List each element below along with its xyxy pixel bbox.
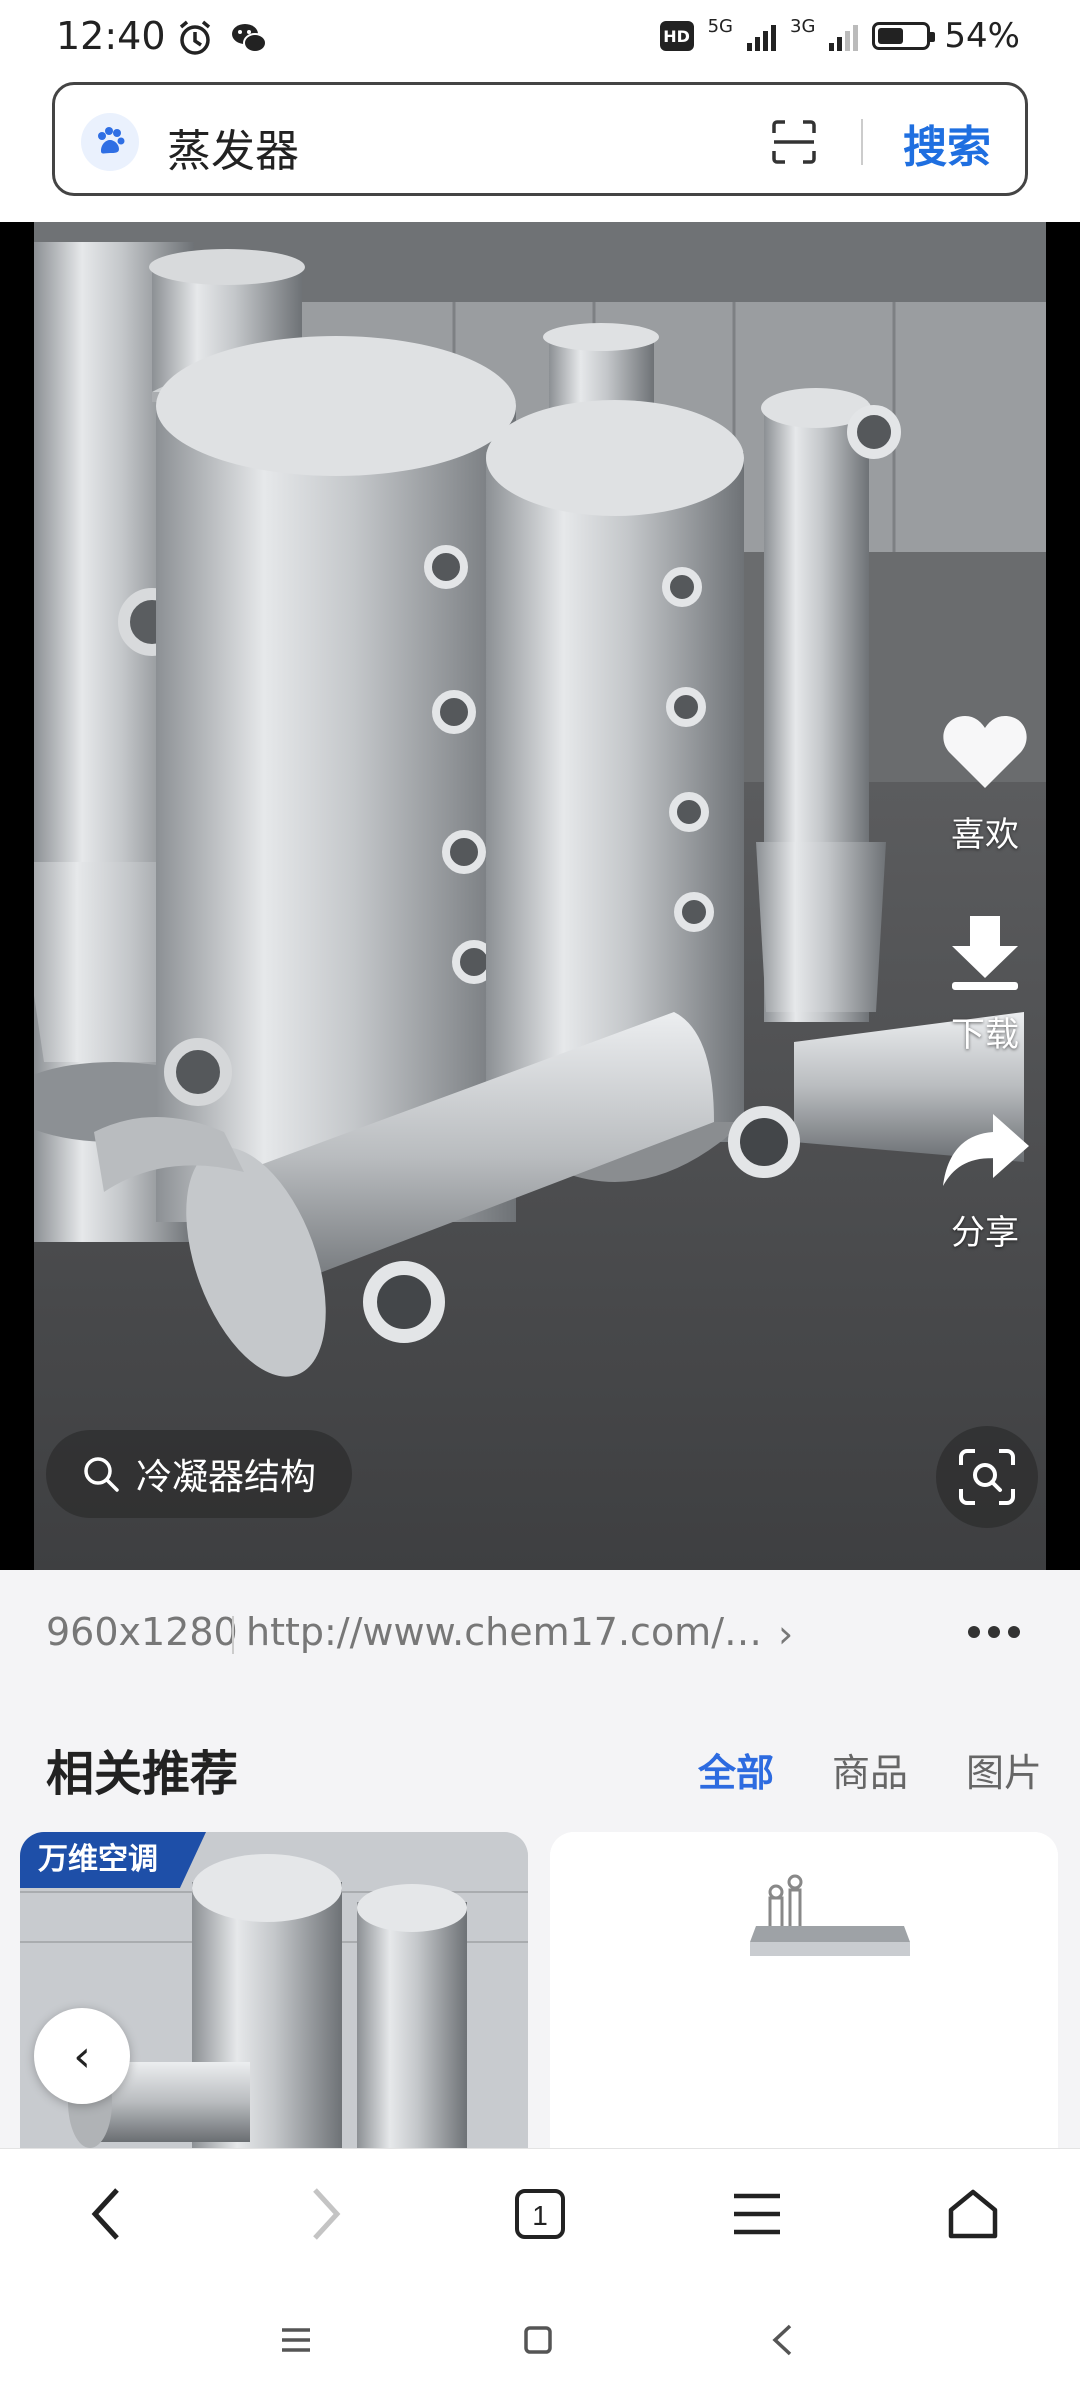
download-action[interactable]: 下载	[930, 912, 1040, 1056]
tab-all[interactable]: 全部	[698, 1742, 774, 1797]
status-system-indicators: HD 5G 3G 54%	[659, 15, 1020, 56]
tab-products[interactable]: 商品	[832, 1742, 908, 1797]
battery-percentage: 54%	[944, 16, 1020, 56]
tab-images[interactable]: 图片	[966, 1742, 1042, 1797]
square-home-icon	[524, 2326, 552, 2354]
chevron-left-icon	[91, 2188, 119, 2240]
system-navigation-bar	[0, 2278, 1080, 2400]
network-5g-label: 5G	[707, 15, 734, 37]
image-dimensions: 960x1280	[46, 1610, 238, 1654]
network-3g-label: 3G	[790, 15, 816, 37]
related-title: 相关推荐	[46, 1746, 239, 1802]
back-button[interactable]	[72, 2179, 142, 2249]
search-divider	[861, 119, 863, 165]
share-action[interactable]: 分享	[930, 1110, 1040, 1254]
related-section: 相关推荐 全部 商品 图片 万维空调 ‹	[0, 1698, 1080, 2148]
battery-fill	[878, 28, 904, 44]
back-floating-button[interactable]: ‹	[34, 2008, 130, 2104]
source-url-link[interactable]: http://www.chem17.com/Pr…	[246, 1610, 776, 1654]
hd-badge: HD	[659, 21, 694, 51]
alarm-clock-icon	[179, 20, 211, 55]
search-button[interactable]: 搜索	[903, 111, 991, 175]
system-home-button[interactable]	[516, 2318, 560, 2362]
image-info-row: 960x1280 http://www.chem17.com/Pr… ›	[0, 1570, 1080, 1698]
chevron-right-icon[interactable]: ›	[778, 1612, 793, 1656]
brand-tag: 万维空调	[20, 1832, 206, 1888]
menu-button[interactable]	[722, 2179, 792, 2249]
info-separator	[232, 1616, 234, 1654]
visual-search-icon	[959, 1449, 1015, 1505]
related-search-label: 冷凝器结构	[136, 1457, 317, 1498]
chevron-left-icon: ‹	[73, 2030, 91, 2082]
download-label: 下载	[951, 1015, 1019, 1055]
heart-icon	[943, 716, 1027, 788]
menu-icon	[734, 2193, 780, 2235]
search-input[interactable]: 蒸发器	[167, 115, 299, 179]
recent-apps-icon	[282, 2328, 310, 2352]
evaporator-photo-illustration	[34, 222, 1046, 1570]
related-search-chip[interactable]: 冷凝器结构	[46, 1430, 353, 1518]
related-tabs: 全部 商品 图片	[698, 1742, 1042, 1797]
status-bar: 12:40 HD 5G 3G 54%	[0, 0, 1080, 76]
signal-strength-icon-2	[829, 21, 859, 51]
tabs-button[interactable]: 1	[505, 2179, 575, 2249]
system-back-button[interactable]	[760, 2318, 804, 2362]
triangle-back-icon	[772, 2324, 792, 2356]
image-viewer[interactable]: 喜欢 下载 分享 冷凝器结构	[0, 222, 1080, 1570]
related-card-image-2	[550, 1832, 1058, 2148]
home-icon	[948, 2189, 998, 2239]
like-label: 喜欢	[951, 815, 1019, 855]
status-notification-icons	[175, 18, 269, 58]
tab-count-icon: 1	[515, 2189, 565, 2239]
like-action[interactable]: 喜欢	[930, 712, 1040, 856]
recent-apps-button[interactable]	[274, 2318, 318, 2362]
wechat-icon	[232, 24, 267, 53]
more-options-button[interactable]	[968, 1626, 1020, 1638]
visual-search-button[interactable]	[936, 1426, 1038, 1528]
battery-icon	[872, 22, 936, 50]
share-label: 分享	[951, 1213, 1019, 1253]
signal-strength-icon	[747, 21, 777, 51]
share-arrow-icon	[943, 1114, 1029, 1186]
search-bar[interactable]: 蒸发器 搜索	[52, 82, 1028, 196]
scan-icon[interactable]	[771, 119, 817, 165]
search-header: 蒸发器 搜索	[0, 76, 1080, 222]
search-icon	[84, 1457, 119, 1492]
download-icon	[952, 916, 1018, 990]
forward-button[interactable]	[290, 2179, 360, 2249]
svg-text:1: 1	[532, 2200, 548, 2231]
home-button[interactable]	[938, 2179, 1008, 2249]
related-card[interactable]	[550, 1832, 1058, 2148]
status-time: 12:40	[56, 14, 166, 58]
evaporator-photo[interactable]	[34, 222, 1046, 1570]
baidu-paw-icon	[81, 113, 139, 171]
browser-toolbar: 1	[0, 2148, 1080, 2278]
chevron-right-icon	[313, 2188, 341, 2240]
